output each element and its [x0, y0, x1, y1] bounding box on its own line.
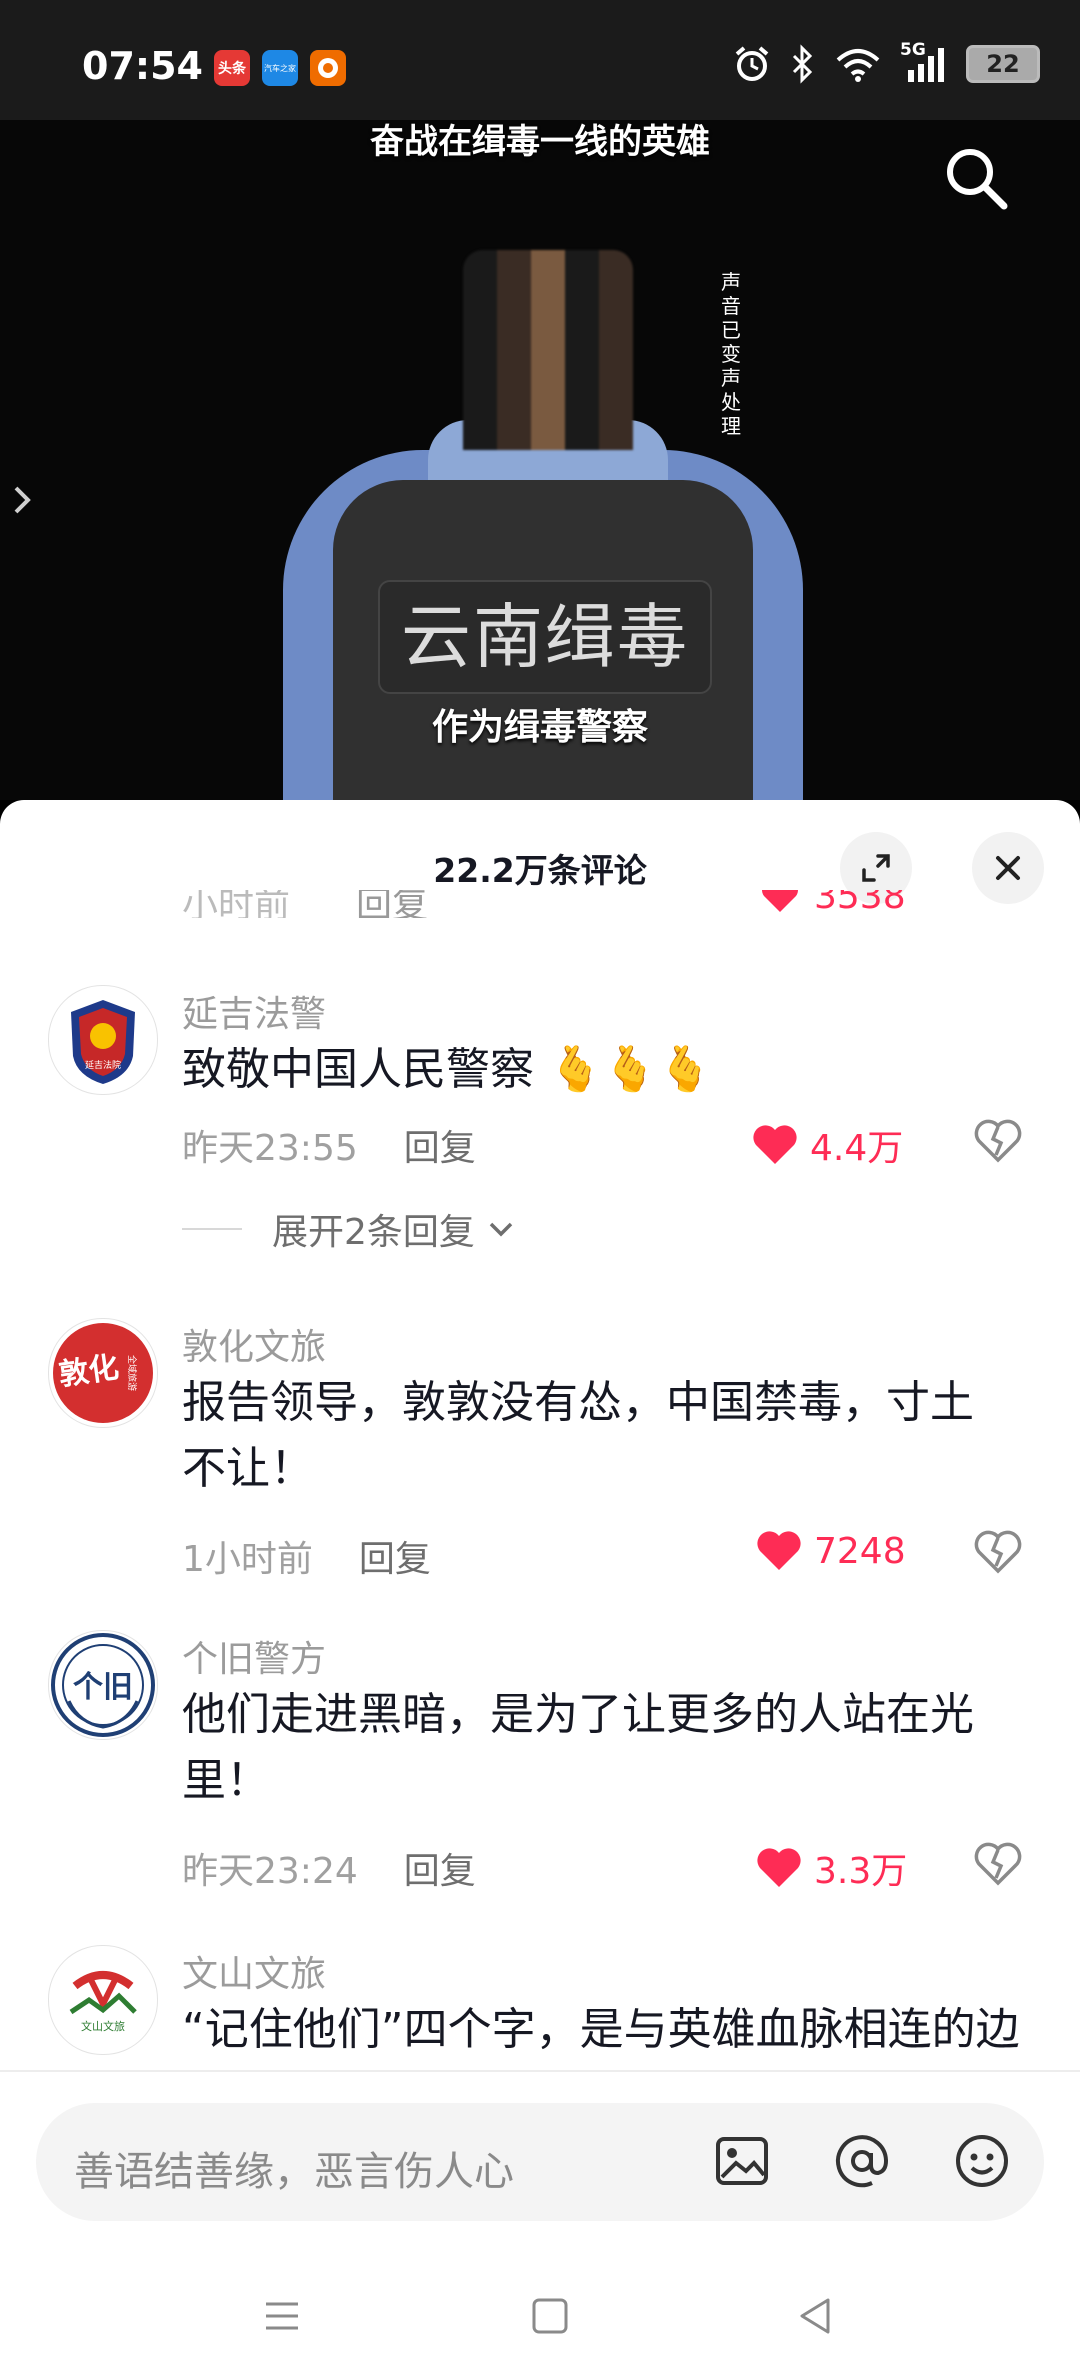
- avatar[interactable]: 文山文旅: [48, 1945, 158, 2055]
- expand-icon: [862, 854, 890, 882]
- video-caption: 奋战在缉毒一线的英雄: [370, 122, 710, 162]
- comment-sheet: 22.2万条评论 小时前 回复 3538 延吉法院 延吉法警 致敬中国人民警察 …: [0, 800, 1080, 2378]
- autohome-app-icon: 汽车之家: [262, 50, 298, 86]
- emoji-icon[interactable]: [952, 2131, 1012, 2191]
- comment-item: 延吉法院 延吉法警 致敬中国人民警察 🫰🫰🫰 昨天23:55 回复 4.4万 展开…: [0, 985, 1080, 1285]
- status-bar: 07:54 头条 汽车之家 5G 22: [0, 0, 1080, 120]
- broken-heart-icon[interactable]: [974, 1530, 1022, 1574]
- reply-button[interactable]: 回复: [404, 1851, 476, 1892]
- comment-meta: 1小时前 回复: [182, 1530, 431, 1582]
- comment-time: 昨天23:24: [182, 1851, 358, 1892]
- comment-meta: 昨天23:24 回复: [182, 1842, 476, 1894]
- svg-text:个旧: 个旧: [73, 1670, 133, 1705]
- image-icon[interactable]: [712, 2131, 772, 2191]
- comment-meta: 昨天23:55 回复: [182, 1119, 476, 1171]
- partial-comment-meta: 小时前 回复 3538: [0, 890, 1080, 918]
- system-nav-bar: [0, 2248, 1080, 2378]
- svg-text:全域旅游: 全域旅游: [126, 1355, 138, 1391]
- broken-heart-icon[interactable]: [974, 1842, 1022, 1886]
- heart-icon: [753, 1125, 797, 1164]
- avatar[interactable]: 敦化 全域旅游: [48, 1318, 158, 1428]
- heart-icon: [757, 1531, 801, 1570]
- reply-button[interactable]: 回复: [404, 1128, 476, 1169]
- like-count: 3.3万: [814, 1851, 908, 1892]
- expand-replies-button[interactable]: 展开2条回复: [182, 1203, 519, 1255]
- toutiao-app-icon: 头条: [214, 50, 250, 86]
- comment-text: 致敬中国人民警察 🫰🫰🫰: [182, 1044, 713, 1095]
- commenter-name[interactable]: 敦化文旅: [182, 1318, 326, 1370]
- vest-patch-text: 云南缉毒: [378, 580, 712, 694]
- like-count: 4.4万: [810, 1128, 904, 1169]
- comment-text: 他们走进黑暗，是为了让更多的人站在光里！: [182, 1689, 974, 1806]
- commenter-name[interactable]: 文山文旅: [182, 1945, 326, 1997]
- home-icon[interactable]: [526, 2292, 574, 2340]
- comment-item: 敦化 全域旅游 敦化文旅 报告领导，敦敦没有怂，中国禁毒，寸土不让！ 1小时前 回复…: [0, 1318, 1080, 1598]
- like-button[interactable]: 3.3万: [756, 1842, 907, 1894]
- comment-time: 昨天23:55: [182, 1128, 358, 1169]
- battery-indicator: 22: [966, 45, 1040, 83]
- reply-button[interactable]: 回复: [359, 1539, 431, 1580]
- at-mention-icon[interactable]: [832, 2131, 892, 2191]
- comment-input-placeholder: 善语结善缘，恶言伤人心: [74, 2149, 514, 2195]
- svg-text:延吉法院: 延吉法院: [85, 1059, 121, 1071]
- status-time: 07:54: [82, 44, 203, 88]
- comment-time: 1小时前: [182, 1539, 313, 1580]
- search-icon[interactable]: [942, 144, 1010, 212]
- comment-input[interactable]: 善语结善缘，恶言伤人心: [36, 2103, 1044, 2221]
- comment-item: 文山文旅 文山文旅 “记住他们”四个字，是与英雄血脉相连的边: [0, 1945, 1080, 2070]
- back-icon[interactable]: [792, 2292, 840, 2340]
- close-icon: [996, 856, 1020, 880]
- commenter-name[interactable]: 个旧警方: [182, 1630, 326, 1682]
- comment-text: 报告领导，敦敦没有怂，中国禁毒，寸土不让！: [182, 1377, 974, 1494]
- like-count: 7248: [814, 1530, 906, 1572]
- avatar[interactable]: 个旧: [48, 1630, 158, 1740]
- chevron-right-icon[interactable]: [8, 480, 38, 520]
- signal-icon: 5G: [900, 40, 948, 84]
- heart-icon: [757, 1848, 801, 1887]
- like-button[interactable]: 7248: [756, 1530, 906, 1572]
- bluetooth-icon: [792, 44, 813, 84]
- wifi-icon: [836, 49, 880, 82]
- video-player[interactable]: 奋战在缉毒一线的英雄 云南缉毒 声音已变声处理 作为缉毒警察: [0, 120, 1080, 800]
- broken-heart-icon[interactable]: [974, 1119, 1022, 1163]
- like-button[interactable]: 4.4万: [752, 1119, 903, 1171]
- chevron-down-icon: [489, 1222, 513, 1237]
- comment-text: “记住他们”四个字，是与英雄血脉相连的边: [182, 2004, 1020, 2055]
- finger-heart-emoji: 🫰🫰🫰: [548, 1044, 713, 1095]
- voice-changed-note: 声音已变声处理: [721, 270, 741, 438]
- menu-icon[interactable]: [258, 2292, 306, 2340]
- avatar[interactable]: 延吉法院: [48, 985, 158, 1095]
- video-subtitle: 作为缉毒警察: [431, 707, 648, 748]
- svg-text:文山文旅: 文山文旅: [81, 2019, 125, 2033]
- comment-count: 22.2万条评论: [433, 851, 647, 890]
- alarm-icon: [735, 46, 769, 81]
- commenter-name[interactable]: 延吉法警: [182, 985, 326, 1037]
- news-app-icon: [310, 50, 346, 86]
- divider: [0, 2070, 1080, 2072]
- comment-item: 个旧 个旧警方 他们走进黑暗，是为了让更多的人站在光里！ 昨天23:24 回复 3…: [0, 1630, 1080, 1910]
- mosaic-blur: [463, 250, 633, 450]
- comment-sheet-header: 22.2万条评论: [0, 800, 1080, 904]
